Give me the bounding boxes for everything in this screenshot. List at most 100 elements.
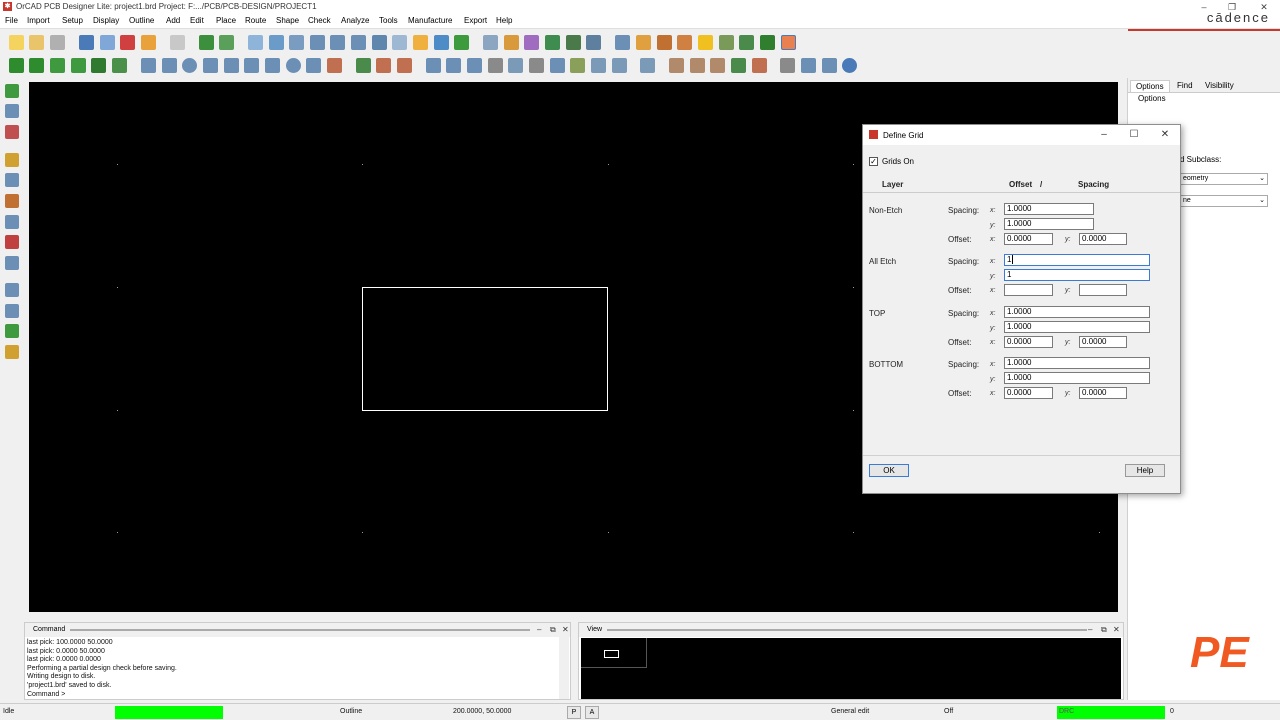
rect-tool-icon[interactable] [5, 304, 19, 318]
ok-button[interactable]: OK [869, 464, 909, 477]
panel-close-icon[interactable]: ✕ [1113, 625, 1120, 634]
sun-icon[interactable] [698, 35, 713, 50]
shape-edit-icon[interactable] [327, 58, 342, 73]
window-tile-icon[interactable] [780, 58, 795, 73]
place-icon[interactable] [9, 58, 24, 73]
bottom-spacing-x-input[interactable]: 1.0000 [1004, 357, 1150, 369]
status-drc-indicator[interactable]: DRC [1057, 706, 1165, 719]
nc-icon[interactable] [731, 58, 746, 73]
tab-options[interactable]: Options [1130, 80, 1170, 92]
panel-minimize-icon[interactable]: – [1088, 625, 1092, 634]
delay-tune-icon[interactable] [508, 58, 523, 73]
top-offset-x-input[interactable]: 0.0000 [1004, 336, 1053, 348]
slide-tool-icon[interactable] [5, 153, 19, 167]
route-icon[interactable] [426, 58, 441, 73]
circle-icon[interactable] [182, 58, 197, 73]
plane-icon[interactable] [612, 58, 627, 73]
menu-analyze[interactable]: Analyze [341, 16, 369, 25]
void-icon[interactable] [286, 58, 301, 73]
place-manual-icon[interactable] [29, 58, 44, 73]
non-etch-spacing-x-input[interactable]: 1.0000 [1004, 203, 1094, 215]
color-icon[interactable] [483, 35, 498, 50]
spin-icon[interactable] [112, 58, 127, 73]
route-tool-icon[interactable] [5, 215, 19, 229]
all-etch-offset-y-input[interactable] [1079, 284, 1127, 296]
unpin-icon[interactable] [219, 35, 234, 50]
save-icon[interactable] [50, 35, 65, 50]
shape-rect-icon[interactable] [224, 58, 239, 73]
slide-icon[interactable] [446, 58, 461, 73]
rect-icon[interactable] [162, 58, 177, 73]
library-icon[interactable] [739, 35, 754, 50]
artwork-icon[interactable] [710, 58, 725, 73]
pin-icon[interactable] [199, 35, 214, 50]
component-icon[interactable] [5, 194, 19, 208]
command-prompt[interactable]: Command > [27, 691, 557, 700]
3d-view-icon[interactable] [434, 35, 449, 50]
spread-icon[interactable] [591, 58, 606, 73]
grids-on-checkbox[interactable]: ✓ [869, 157, 878, 166]
tab-find[interactable]: Find [1172, 80, 1198, 91]
flip-icon[interactable] [801, 58, 816, 73]
pencil-icon[interactable] [5, 345, 19, 359]
board-outline[interactable] [362, 287, 608, 411]
shape-select-icon[interactable] [265, 58, 280, 73]
open-icon[interactable] [29, 35, 44, 50]
menu-edit[interactable]: Edit [190, 16, 204, 25]
grid-define-icon[interactable] [781, 35, 796, 50]
zoom-in-icon[interactable] [310, 35, 325, 50]
tab-visibility[interactable]: Visibility [1200, 80, 1239, 91]
zoom-previous-icon[interactable] [351, 35, 366, 50]
top-spacing-y-input[interactable]: 1.0000 [1004, 321, 1150, 333]
gloss-icon[interactable] [550, 58, 565, 73]
status-a-button[interactable]: A [585, 706, 599, 719]
measure-icon[interactable] [636, 35, 651, 50]
move-icon[interactable] [79, 35, 94, 50]
text-icon[interactable] [5, 125, 19, 139]
menu-manufacture[interactable]: Manufacture [408, 16, 452, 25]
new-icon[interactable] [9, 35, 24, 50]
manufacture-icon[interactable] [669, 58, 684, 73]
zoom-fit-icon[interactable] [289, 35, 304, 50]
panel-minimize-icon[interactable]: – [537, 625, 541, 634]
menu-import[interactable]: Import [27, 16, 50, 25]
quickplace-icon[interactable] [50, 58, 65, 73]
hourglass-icon[interactable] [760, 35, 775, 50]
layers-icon[interactable] [524, 35, 539, 50]
shape-poly-icon[interactable] [203, 58, 218, 73]
menu-shape[interactable]: Shape [276, 16, 299, 25]
edit-vertex-icon[interactable] [5, 173, 19, 187]
help-button[interactable]: Help [1125, 464, 1165, 477]
zoom-world-icon[interactable] [372, 35, 387, 50]
grid-icon[interactable] [248, 35, 263, 50]
add-connect-icon[interactable] [5, 84, 19, 98]
brush-icon[interactable] [677, 35, 692, 50]
panel-grip[interactable] [607, 629, 1087, 631]
dimension-chain-icon[interactable] [397, 58, 412, 73]
report-icon[interactable] [657, 35, 672, 50]
delete-icon[interactable] [120, 35, 135, 50]
all-etch-spacing-x-input[interactable]: 1 [1004, 254, 1150, 266]
menu-route[interactable]: Route [245, 16, 266, 25]
subclass-select[interactable]: ne ⌄ [1180, 195, 1268, 207]
property-icon[interactable] [5, 256, 19, 270]
redo-icon[interactable] [170, 35, 185, 50]
swap-icon[interactable] [71, 58, 86, 73]
dialog-minimize-button[interactable]: – [1096, 128, 1112, 142]
panel-close-icon[interactable]: ✕ [562, 625, 569, 634]
panel-grip[interactable] [70, 629, 530, 631]
top-spacing-x-input[interactable]: 1.0000 [1004, 306, 1150, 318]
redraw-icon[interactable] [413, 35, 428, 50]
fanout-icon[interactable] [488, 58, 503, 73]
wave-icon[interactable] [640, 58, 655, 73]
bottom-spacing-y-input[interactable]: 1.0000 [1004, 372, 1150, 384]
net-icon[interactable] [5, 324, 19, 338]
layer-select-icon[interactable] [5, 104, 19, 118]
unrats-icon[interactable] [454, 35, 469, 50]
world-view[interactable] [581, 638, 1121, 699]
line-tool-icon[interactable] [5, 283, 19, 297]
panel-float-icon[interactable]: ⧉ [1101, 625, 1107, 635]
vertex-icon[interactable] [570, 58, 585, 73]
dimension-icon[interactable] [356, 58, 371, 73]
bottom-offset-y-input[interactable]: 0.0000 [1079, 387, 1127, 399]
